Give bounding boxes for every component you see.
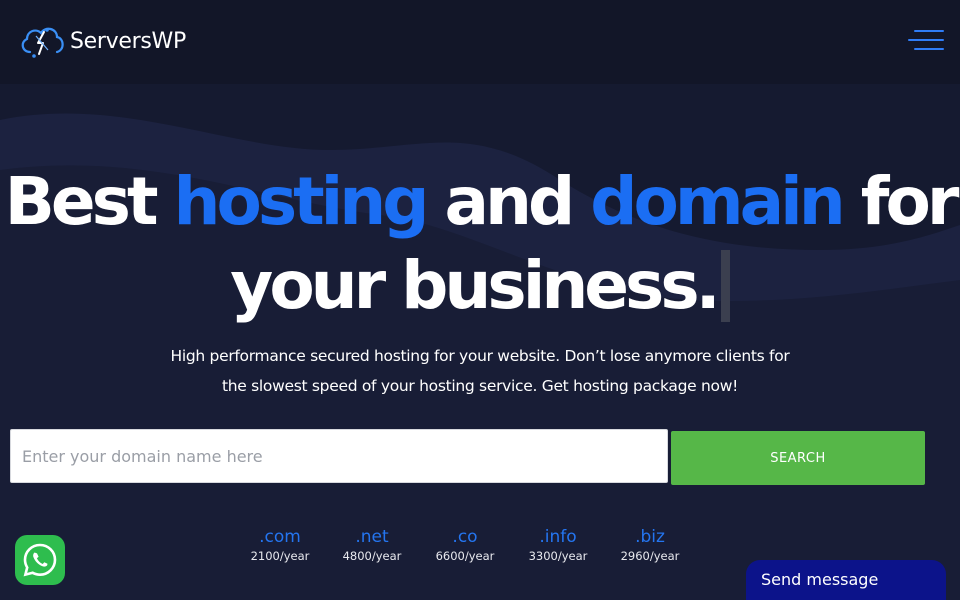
- headline-word: and: [425, 163, 591, 240]
- search-button[interactable]: SEARCH: [671, 431, 925, 485]
- tld-price: 6600/year: [435, 549, 495, 563]
- tld-item[interactable]: .co 6600/year: [420, 526, 510, 563]
- brand-logo[interactable]: ServersWP: [18, 22, 186, 60]
- hamburger-menu-icon[interactable]: [908, 28, 944, 54]
- hero-headline-line1: Best hosting and domain for: [0, 160, 960, 244]
- brand-name: ServersWP: [70, 28, 186, 54]
- tld-price: 4800/year: [342, 549, 402, 563]
- tld-extension: .com: [259, 527, 301, 547]
- hero-section: Best hosting and domain for your busines…: [0, 0, 960, 600]
- send-message-chat-widget[interactable]: Send message: [746, 560, 946, 600]
- tld-extension: .net: [355, 527, 389, 547]
- headline-accent-hosting: hosting: [173, 163, 430, 240]
- site-header: ServersWP: [0, 0, 960, 84]
- whatsapp-icon: [23, 543, 57, 577]
- tld-price: 3300/year: [528, 549, 588, 563]
- headline-word: Best: [4, 163, 174, 240]
- tld-item[interactable]: .biz 2960/year: [605, 526, 695, 563]
- tld-extension: .co: [452, 527, 478, 547]
- domain-search-input[interactable]: [10, 429, 668, 483]
- hero-subtitle-line2: the slowest speed of your hosting servic…: [221, 377, 739, 395]
- hero-headline-line2: your business.: [0, 244, 960, 328]
- tld-price: 2960/year: [620, 549, 680, 563]
- whatsapp-button[interactable]: [15, 535, 65, 585]
- tld-extension: .biz: [635, 527, 665, 547]
- headline-accent-domain: domain: [590, 163, 846, 240]
- tld-price: 2100/year: [250, 549, 310, 563]
- headline-word: your business.: [230, 247, 720, 324]
- tld-extension: .info: [539, 527, 577, 547]
- cloud-lightning-icon: [21, 27, 64, 58]
- tld-item[interactable]: .net 4800/year: [327, 526, 417, 563]
- tld-item[interactable]: .info 3300/year: [513, 526, 603, 563]
- typing-cursor: [720, 250, 730, 322]
- hero-subtitle-line1: High performance secured hosting for you…: [170, 347, 790, 365]
- headline-word: for: [841, 163, 960, 240]
- tld-item[interactable]: .com 2100/year: [235, 526, 325, 563]
